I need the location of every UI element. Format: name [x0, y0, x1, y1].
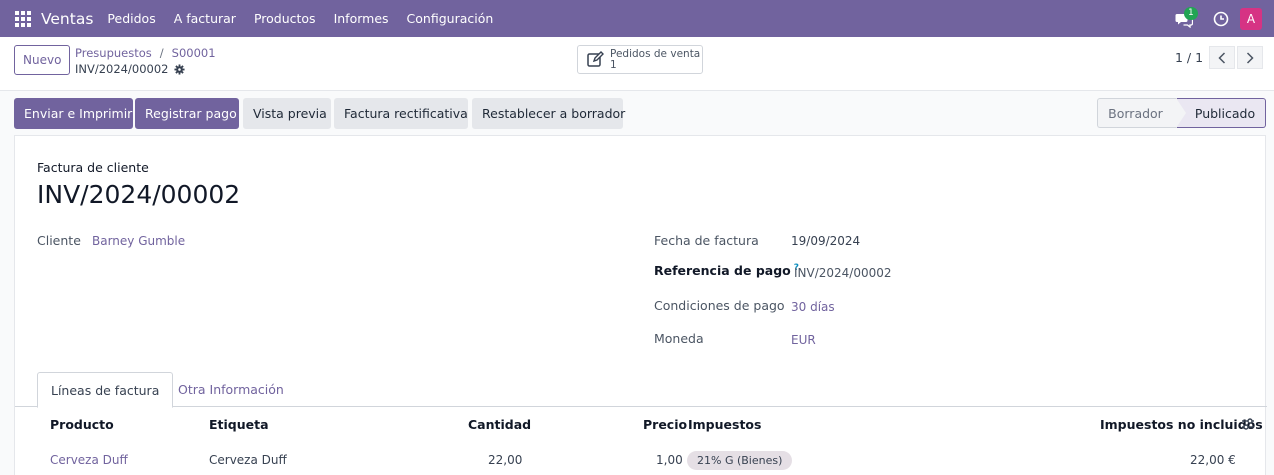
document-name: INV/2024/00002	[37, 180, 241, 209]
edit-document-icon	[587, 51, 604, 67]
form-sheet: Factura de cliente INV/2024/00002 Client…	[14, 135, 1267, 475]
control-panel: Nuevo Presupuestos / S00001 INV/2024/000…	[0, 37, 1274, 91]
payment-terms-field[interactable]: 30 días	[791, 300, 835, 314]
payment-reference-field[interactable]: INV/2024/00002	[794, 266, 892, 280]
document-type: Factura de cliente	[37, 160, 149, 175]
pager-value[interactable]: 1 / 1	[1175, 50, 1203, 65]
payment-reference-label-text: Referencia de pago	[654, 263, 791, 278]
row-subtotal: 22,00 €	[1190, 453, 1236, 467]
reset-draft-button[interactable]: Restablecer a borrador	[472, 98, 625, 129]
status-bar: Enviar e Imprimir Registrar pago Vista p…	[0, 91, 1274, 135]
customer-field[interactable]: Barney Gumble	[92, 234, 185, 248]
breadcrumb: Presupuestos / S00001	[75, 46, 216, 60]
credit-note-button[interactable]: Factura rectificativa	[334, 98, 468, 129]
sale-orders-smart-button[interactable]: Pedidos de venta 1	[577, 45, 703, 74]
invoice-date-label: Fecha de factura	[654, 233, 759, 248]
column-header-quantity[interactable]: Cantidad	[468, 417, 531, 432]
smart-button-text: Pedidos de venta 1	[610, 47, 701, 71]
row-price[interactable]: 1,00	[656, 453, 683, 467]
invoice-date-field[interactable]: 19/09/2024	[791, 234, 860, 248]
menu-item-pedidos[interactable]: Pedidos	[107, 11, 155, 26]
menu-item-productos[interactable]: Productos	[254, 11, 316, 26]
record-name: INV/2024/00002	[75, 62, 186, 76]
stage-posted[interactable]: Publicado	[1176, 98, 1266, 128]
breadcrumb-order[interactable]: S00001	[172, 46, 216, 60]
menu-item-informes[interactable]: Informes	[334, 11, 389, 26]
menu-item-a-facturar[interactable]: A facturar	[174, 11, 236, 26]
messages-button[interactable]: 1	[1175, 6, 1198, 29]
pager-previous-button[interactable]	[1209, 46, 1235, 69]
navbar-systray: 1 A	[1175, 0, 1274, 37]
tax-badge[interactable]: 21% G (Bienes)	[687, 451, 793, 470]
clock-icon[interactable]	[1213, 11, 1229, 27]
row-product[interactable]: Cerveza Duff	[50, 453, 128, 467]
tab-other-info[interactable]: Otra Información	[165, 372, 297, 407]
preview-button[interactable]: Vista previa	[243, 98, 331, 129]
chevron-right-icon	[1246, 51, 1254, 64]
pager-next-button[interactable]	[1237, 46, 1263, 69]
stage-draft[interactable]: Borrador	[1097, 98, 1177, 128]
column-header-product[interactable]: Producto	[50, 417, 114, 432]
payment-reference-label: Referencia de pago?	[654, 263, 799, 278]
breadcrumb-separator: /	[159, 46, 164, 60]
chevron-left-icon	[1218, 51, 1226, 64]
column-header-taxes[interactable]: Impuestos	[688, 417, 761, 432]
currency-label: Moneda	[654, 331, 704, 346]
column-header-subtotal[interactable]: Impuestos no incluidos	[1100, 417, 1263, 432]
gear-icon[interactable]	[174, 63, 186, 75]
currency-field[interactable]: EUR	[791, 333, 816, 347]
menu-item-configuracion[interactable]: Configuración	[407, 11, 494, 26]
record-title: INV/2024/00002	[75, 62, 169, 76]
customer-label: Cliente	[37, 233, 81, 248]
column-header-price[interactable]: Precio	[643, 417, 687, 432]
payment-terms-label: Condiciones de pago	[654, 298, 785, 313]
new-button[interactable]: Nuevo	[14, 45, 71, 75]
register-payment-button[interactable]: Registrar pago	[135, 98, 239, 129]
breadcrumb-presupuestos[interactable]: Presupuestos	[75, 46, 152, 60]
status-stages: Borrador Publicado	[1097, 98, 1266, 128]
main-menu: Pedidos A facturar Productos Informes Co…	[107, 11, 511, 26]
smart-button-count: 1	[610, 58, 617, 71]
smart-button-label: Pedidos de venta	[610, 47, 701, 60]
send-print-button[interactable]: Enviar e Imprimir	[14, 98, 133, 129]
messages-badge: 1	[1184, 6, 1198, 20]
row-label[interactable]: Cerveza Duff	[209, 453, 287, 467]
top-navbar: Ventas Pedidos A facturar Productos Info…	[0, 0, 1274, 37]
app-name[interactable]: Ventas	[41, 10, 93, 28]
tab-invoice-lines[interactable]: Líneas de factura	[37, 372, 174, 408]
apps-menu-icon[interactable]	[15, 10, 31, 27]
notebook-tabs: Líneas de factura Otra Información	[15, 371, 1267, 408]
row-quantity[interactable]: 22,00	[488, 453, 522, 467]
column-settings-icon[interactable]	[1241, 418, 1255, 430]
user-avatar[interactable]: A	[1240, 7, 1262, 30]
column-header-label[interactable]: Etiqueta	[209, 417, 269, 432]
